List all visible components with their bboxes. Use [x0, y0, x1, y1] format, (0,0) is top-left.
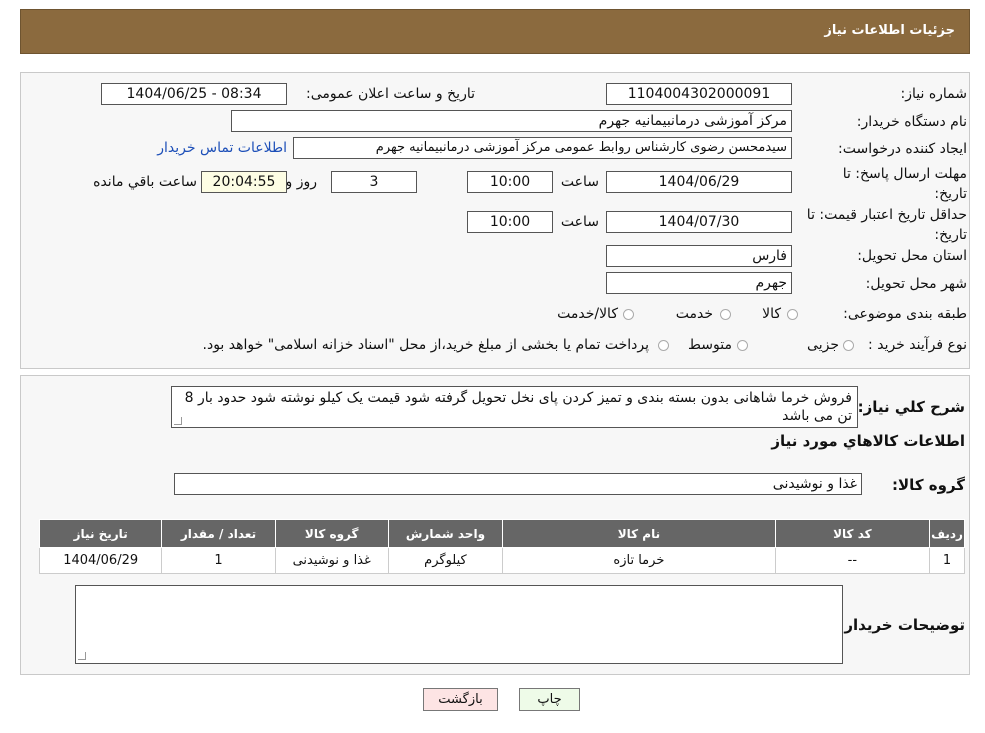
cell-goods-group: غذا و نوشیدنی: [274, 547, 389, 574]
process-label: نوع فرآیند خرید :: [868, 337, 967, 353]
goods-group-label: گروه کالا:: [892, 476, 965, 494]
cell-goods-code: --: [774, 547, 931, 574]
description-field[interactable]: فروش خرما شاهانی بدون بسته بندی و تمیز ک…: [171, 386, 858, 428]
category-option-goods: کالا: [762, 306, 781, 322]
city-field: جهرم: [606, 272, 792, 294]
buyer-org-field: مرکز آموزشی درمانبیمانیه جهرم: [231, 110, 792, 132]
days-field: 3: [331, 171, 417, 193]
print-button[interactable]: چاپ: [519, 688, 580, 711]
creator-label: ایجاد کننده درخواست:: [838, 141, 967, 157]
need-number-label: شماره نیاز:: [900, 86, 968, 102]
col-goods-group: گروه کالا: [274, 519, 389, 548]
remaining-time-field: 20:04:55: [201, 171, 287, 193]
category-label: طبقه بندی موضوعی:: [843, 306, 967, 322]
process-radio-medium[interactable]: [737, 340, 748, 351]
process-radio-treasury[interactable]: [658, 340, 669, 351]
price-validity-time-label: ساعت: [560, 214, 599, 230]
process-radio-minor[interactable]: [843, 340, 854, 351]
deadline-date-field: 1404/06/29: [606, 171, 792, 193]
remaining-label: ساعت باقي مانده: [93, 174, 197, 190]
cell-row-number: 1: [929, 547, 965, 574]
process-option-minor: جزیی: [807, 337, 839, 353]
description-label: شرح كلي نياز:: [857, 398, 965, 416]
buyer-notes-label: توضیحات خریدار:: [838, 616, 965, 634]
category-option-goods-service: کالا/خدمت: [557, 306, 618, 322]
page-title: جزئیات اطلاعات نیاز: [824, 23, 955, 38]
buyer-contact-link[interactable]: اطلاعات تماس خریدار: [157, 140, 287, 156]
buyer-notes-field[interactable]: [75, 585, 843, 664]
province-label: استان محل تحویل:: [857, 248, 967, 264]
price-validity-date-field: 1404/07/30: [606, 211, 792, 233]
category-radio-goods[interactable]: [787, 309, 798, 320]
col-goods-code: کد کالا: [774, 519, 931, 548]
goods-section-title: اطلاعات كالاهاي مورد نياز: [771, 432, 965, 450]
city-label: شهر محل تحویل:: [865, 276, 967, 292]
process-option-medium: متوسط: [688, 337, 732, 353]
goods-group-field: غذا و نوشیدنی: [174, 473, 862, 495]
category-radio-goods-service[interactable]: [623, 309, 634, 320]
announce-label: تاریخ و ساعت اعلان عمومی:: [306, 86, 475, 102]
announce-field: 1404/06/25 - 08:34: [101, 83, 287, 105]
days-label: روز و: [285, 174, 318, 190]
deadline-time-field: 10:00: [467, 171, 553, 193]
col-need-date: تاریخ نیاز: [38, 519, 163, 548]
need-number-field: 1104004302000091: [606, 83, 792, 105]
price-validity-label: حداقل تاریخ اعتبار قیمت: تا تاریخ:: [806, 207, 967, 243]
col-unit: واحد شمارش: [387, 519, 504, 548]
cell-goods-name: خرما تازه: [502, 547, 776, 574]
cell-quantity: 1: [161, 547, 276, 574]
category-option-service: خدمت: [675, 306, 713, 322]
province-field: فارس: [606, 245, 792, 267]
buyer-org-label: نام دستگاه خریدار:: [856, 114, 967, 130]
deadline-label: مهلت ارسال پاسخ: تا تاریخ:: [842, 166, 967, 202]
creator-field: سیدمحسن رضوی کارشناس روابط عمومی مرکز آم…: [293, 137, 792, 159]
goods-table: ردیف کد کالا نام کالا واحد شمارش گروه کا…: [38, 519, 965, 574]
page-header: جزئیات اطلاعات نیاز: [20, 9, 970, 54]
resize-grip-icon[interactable]: [78, 652, 86, 660]
cell-unit: کیلوگرم: [387, 547, 504, 574]
table-row: 1 -- خرما تازه کیلوگرم غذا و نوشیدنی 1 1…: [38, 547, 965, 574]
col-goods-name: نام کالا: [502, 519, 776, 548]
resize-grip-icon[interactable]: [174, 417, 182, 425]
category-radio-service[interactable]: [720, 309, 731, 320]
process-note: پرداخت تمام یا بخشی از مبلغ خرید،از محل …: [202, 337, 649, 353]
price-validity-time-field: 10:00: [467, 211, 553, 233]
cell-need-date: 1404/06/29: [38, 547, 163, 574]
back-button[interactable]: بازگشت: [423, 688, 498, 711]
col-quantity: تعداد / مقدار: [161, 519, 276, 548]
table-header-row: ردیف کد کالا نام کالا واحد شمارش گروه کا…: [38, 519, 965, 548]
col-row-number: ردیف: [929, 519, 965, 548]
deadline-time-label: ساعت: [560, 174, 599, 190]
